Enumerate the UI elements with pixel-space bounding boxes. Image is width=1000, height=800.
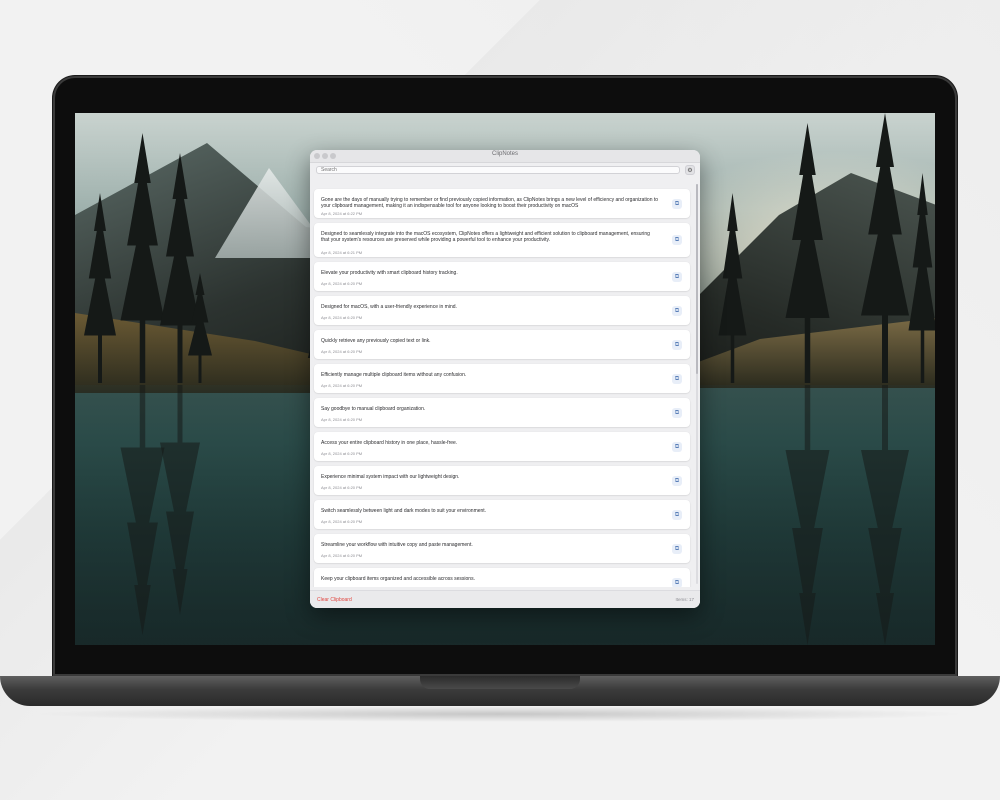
copy-icon[interactable]: ⧉ bbox=[672, 476, 682, 486]
copy-icon[interactable]: ⧉ bbox=[672, 510, 682, 520]
clipboard-item[interactable]: Elevate your productivity with smart cli… bbox=[314, 262, 690, 291]
title-bar: ClipNotes bbox=[310, 150, 700, 163]
clipboard-item-date: Apr 8, 2024 at 6:20 PM bbox=[321, 519, 363, 524]
copy-icon[interactable]: ⧉ bbox=[672, 199, 682, 209]
clipboard-item-date: Apr 8, 2024 at 6:20 PM bbox=[321, 485, 363, 490]
clipboard-item[interactable]: Efficiently manage multiple clipboard it… bbox=[314, 364, 690, 393]
clipboard-item-text: Keep your clipboard items organized and … bbox=[321, 576, 475, 582]
clipboard-item-text: Access your entire clipboard history in … bbox=[321, 440, 458, 446]
clipboard-item[interactable]: Streamline your workflow with intuitive … bbox=[314, 534, 690, 563]
copy-icon[interactable]: ⧉ bbox=[672, 442, 682, 452]
laptop-notch bbox=[420, 676, 580, 689]
clipboard-item[interactable]: Designed to seamlessly integrate into th… bbox=[314, 223, 690, 257]
search-input[interactable] bbox=[316, 166, 680, 174]
clipboard-item-text: Gone are the days of manually trying to … bbox=[321, 197, 659, 209]
clipboard-item-date: Apr 8, 2024 at 6:22 PM bbox=[321, 211, 363, 216]
clipboard-item-date: Apr 8, 2024 at 6:20 PM bbox=[321, 349, 363, 354]
copy-icon[interactable]: ⧉ bbox=[672, 408, 682, 418]
copy-icon[interactable]: ⧉ bbox=[672, 235, 682, 245]
item-count: Items: 17 bbox=[675, 597, 694, 602]
clipboard-item-text: Designed to seamlessly integrate into th… bbox=[321, 231, 650, 243]
copy-icon[interactable]: ⧉ bbox=[672, 340, 682, 350]
clipboard-item[interactable]: Quickly retrieve any previously copied t… bbox=[314, 330, 690, 359]
copy-icon[interactable]: ⧉ bbox=[672, 272, 682, 282]
copy-icon[interactable]: ⧉ bbox=[672, 306, 682, 316]
clipboard-item-date: Apr 8, 2024 at 6:20 PM bbox=[321, 383, 363, 388]
clipboard-item-date: Apr 8, 2024 at 6:20 PM bbox=[321, 315, 363, 320]
clear-clipboard-button[interactable]: Clear Clipboard bbox=[317, 597, 352, 603]
clipboard-item-text: Say goodbye to manual clipboard organiza… bbox=[321, 406, 426, 412]
clipboard-item[interactable]: Experience minimal system impact with ou… bbox=[314, 466, 690, 495]
floor-shadow bbox=[30, 706, 970, 722]
clipboard-item[interactable]: Say goodbye to manual clipboard organiza… bbox=[314, 398, 690, 427]
clipboard-item-date: Apr 8, 2024 at 6:20 PM bbox=[321, 281, 363, 286]
clipboard-item-text: Designed for macOS, with a user-friendly… bbox=[321, 304, 457, 310]
copy-icon[interactable]: ⧉ bbox=[672, 578, 682, 587]
gear-icon[interactable]: ⚙ bbox=[685, 165, 695, 175]
clipboard-item[interactable]: Access your entire clipboard history in … bbox=[314, 432, 690, 461]
clipboard-list[interactable]: Gone are the days of manually trying to … bbox=[310, 182, 700, 587]
clipboard-item[interactable]: Designed for macOS, with a user-friendly… bbox=[314, 296, 690, 325]
app-window: ClipNotes ⚙ Gone are the days of manuall… bbox=[310, 150, 700, 608]
clipboard-item-text: Elevate your productivity with smart cli… bbox=[321, 270, 458, 276]
copy-icon[interactable]: ⧉ bbox=[672, 544, 682, 554]
clipboard-item-text: Streamline your workflow with intuitive … bbox=[321, 542, 473, 548]
clipboard-item-text: Switch seamlessly between light and dark… bbox=[321, 508, 487, 514]
clipboard-item-date: Apr 8, 2024 at 6:20 PM bbox=[321, 553, 363, 558]
copy-icon[interactable]: ⧉ bbox=[672, 374, 682, 384]
clipboard-item-date: Apr 8, 2024 at 6:20 PM bbox=[321, 417, 363, 422]
clipboard-item-text: Quickly retrieve any previously copied t… bbox=[321, 338, 431, 344]
clipboard-item[interactable]: Gone are the days of manually trying to … bbox=[314, 189, 690, 218]
scrollbar-thumb[interactable] bbox=[696, 184, 698, 374]
window-title: ClipNotes bbox=[491, 151, 518, 157]
footer-bar: Clear Clipboard Items: 17 bbox=[310, 590, 700, 608]
clipboard-item-text: Efficiently manage multiple clipboard it… bbox=[321, 372, 467, 378]
clipboard-item-text: Experience minimal system impact with ou… bbox=[321, 474, 460, 480]
clipboard-item-date: Apr 8, 2024 at 6:21 PM bbox=[321, 250, 363, 255]
clipboard-item[interactable]: Switch seamlessly between light and dark… bbox=[314, 500, 690, 529]
clipboard-item-date: Apr 8, 2024 at 6:20 PM bbox=[321, 451, 363, 456]
clipboard-item[interactable]: Keep your clipboard items organized and … bbox=[314, 568, 690, 587]
